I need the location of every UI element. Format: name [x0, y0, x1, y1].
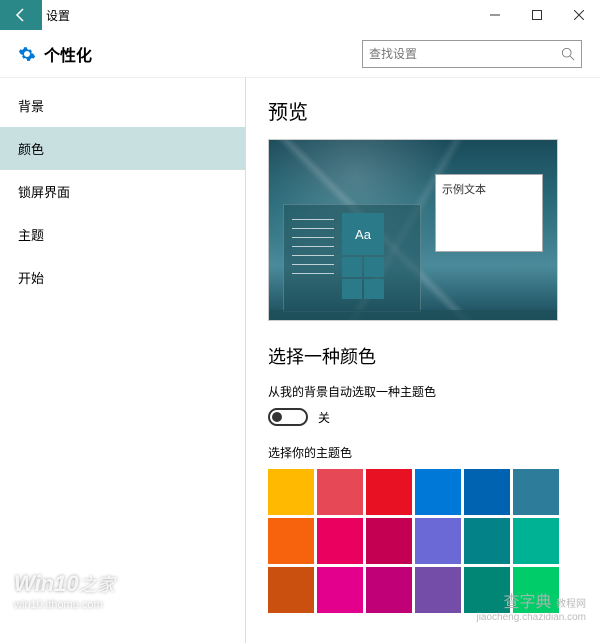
- back-button[interactable]: [0, 0, 42, 30]
- color-swatch-11[interactable]: [513, 518, 559, 564]
- header: 个性化 查找设置: [0, 30, 600, 78]
- auto-pick-toggle-row: 关: [268, 408, 578, 426]
- body: 背景 颜色 锁屏界面 主题 开始 预览 Aa 示例文本 选择一种颜色: [0, 78, 600, 643]
- watermark-chazidian: 查字典 教程网 jiaocheng.chazidian.com: [476, 588, 586, 623]
- toggle-state: 关: [318, 409, 330, 426]
- preview: Aa 示例文本: [268, 139, 558, 321]
- color-swatch-2[interactable]: [366, 469, 412, 515]
- color-swatch-4[interactable]: [464, 469, 510, 515]
- sidebar-item-themes[interactable]: 主题: [0, 213, 245, 256]
- color-swatch-8[interactable]: [366, 518, 412, 564]
- color-swatch-15[interactable]: [415, 567, 461, 613]
- search-placeholder: 查找设置: [369, 45, 417, 62]
- color-swatch-1[interactable]: [317, 469, 363, 515]
- preview-start-panel: Aa: [283, 204, 421, 312]
- color-swatch-10[interactable]: [464, 518, 510, 564]
- search-input[interactable]: 查找设置: [362, 40, 582, 68]
- color-swatch-3[interactable]: [415, 469, 461, 515]
- arrow-left-icon: [13, 7, 29, 23]
- auto-pick-toggle[interactable]: [268, 408, 308, 426]
- window-controls: [474, 0, 600, 30]
- sidebar-item-colors[interactable]: 颜色: [0, 127, 245, 170]
- choose-color-heading: 选择一种颜色: [268, 343, 578, 369]
- color-swatch-13[interactable]: [317, 567, 363, 613]
- auto-pick-label: 从我的背景自动选取一种主题色: [268, 383, 578, 400]
- maximize-button[interactable]: [516, 0, 558, 30]
- watermark-win10-url: win10.ithome.com: [14, 599, 103, 611]
- sidebar-item-background[interactable]: 背景: [0, 84, 245, 127]
- maximize-icon: [532, 10, 542, 20]
- preview-tiles: Aa: [342, 213, 416, 299]
- sidebar-item-lockscreen[interactable]: 锁屏界面: [0, 170, 245, 213]
- accent-label: 选择你的主题色: [268, 444, 578, 461]
- page-title: 个性化: [44, 42, 92, 66]
- color-swatch-14[interactable]: [366, 567, 412, 613]
- sidebar-item-start[interactable]: 开始: [0, 256, 245, 299]
- preview-menu-lines: [292, 219, 334, 282]
- color-swatch-7[interactable]: [317, 518, 363, 564]
- gear-icon: [18, 45, 36, 63]
- minimize-button[interactable]: [474, 0, 516, 30]
- content: 预览 Aa 示例文本 选择一种颜色 从我的背景自动选取一种主题色 关: [246, 78, 600, 643]
- watermark-win10: Win10之家: [14, 571, 115, 597]
- close-button[interactable]: [558, 0, 600, 30]
- preview-sample-text: 示例文本: [442, 184, 486, 196]
- minimize-icon: [490, 10, 500, 20]
- color-swatch-6[interactable]: [268, 518, 314, 564]
- search-icon: [561, 47, 575, 61]
- header-left: 个性化: [18, 42, 92, 66]
- preview-window: 示例文本: [435, 174, 543, 252]
- preview-tile-aa: Aa: [342, 213, 384, 255]
- titlebar: 设置: [0, 0, 600, 30]
- preview-taskbar: [269, 310, 557, 320]
- close-icon: [574, 10, 584, 20]
- sidebar: 背景 颜色 锁屏界面 主题 开始: [0, 78, 246, 643]
- color-swatch-5[interactable]: [513, 469, 559, 515]
- toggle-knob: [272, 412, 282, 422]
- color-swatch-0[interactable]: [268, 469, 314, 515]
- color-swatch-12[interactable]: [268, 567, 314, 613]
- window-title: 设置: [42, 0, 474, 30]
- preview-heading: 预览: [268, 96, 578, 125]
- color-swatch-9[interactable]: [415, 518, 461, 564]
